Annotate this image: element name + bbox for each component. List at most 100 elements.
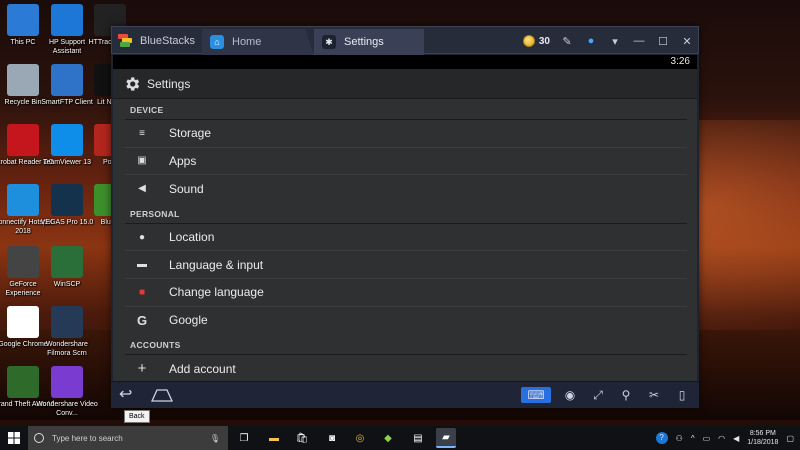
taskbar-date: 1/18/2018 [747,439,779,446]
desktop-icon-label: Wondershare Filmora Scrn [46,341,88,357]
settings-item-language-input[interactable]: ▬ Language & input [125,251,687,279]
scissors-icon[interactable]: ✂ [645,387,663,403]
window-controls: 30 ✎ ● ▾ — ☐ ✕ [522,31,694,51]
settings-item-label: Storage [169,126,212,141]
wifi-icon[interactable]: ◠ [718,434,725,443]
home-button[interactable] [151,388,173,402]
app-name: BlueStacks [140,35,196,47]
settings-action-bar: Settings [113,69,697,99]
back-button[interactable]: ↩ [119,386,141,404]
people-icon[interactable]: ⚇ [676,434,683,443]
bluestacks-taskbar-icon[interactable]: ▰ [436,428,456,448]
home-icon: ⌂ [210,35,224,49]
settings-list: DEVICE ≡ Storage ▣ Apps ◀ Sound PERSONAL ● Locati… [113,99,697,381]
location-icon: ● [138,231,146,243]
camera-icon[interactable]: ◙ [322,428,342,448]
settings-item-label: Apps [169,153,197,168]
coin-count: 30 [538,35,550,47]
storage-icon: ≡ [139,127,145,139]
app-brand: BlueStacks [118,31,195,51]
desktop-icon[interactable]: Wondershare Video Conv... [36,366,98,418]
section-header: PERSONAL [130,208,180,219]
google-icon: G [136,312,148,328]
settings-item-label: Google [169,313,208,328]
maximize-button[interactable]: ☐ [656,35,670,48]
settings-item-storage[interactable]: ≡ Storage [125,120,687,148]
fullscreen-icon[interactable]: ⤢ [589,387,607,403]
bluestacks-agent-icon[interactable]: ◆ [378,428,398,448]
filmora-scrn-icon [51,306,83,338]
network-app-icon[interactable]: ▤ [408,428,428,448]
search-placeholder: Type here to search [52,433,123,443]
taskbar-clock[interactable]: 8:56 PM 1/18/2018 [747,429,778,447]
volume-icon[interactable]: ◀ [733,434,739,443]
chrome-icon [7,306,39,338]
android-screen: 3:26 Settings DEVICE ≡ Storage ▣ Apps ◀ Sound P… [113,55,697,381]
settings-item-location[interactable]: ● Location [125,224,687,252]
taskbar-search-box[interactable]: Type here to search 🎙︎ [28,426,228,450]
geforce-icon [7,246,39,278]
gear-icon: ✱ [322,35,336,49]
acrobat-icon [7,124,39,156]
menu-dropdown-icon[interactable]: ▾ [608,35,622,48]
plus-icon: + [137,360,147,378]
gta-icon [7,366,39,398]
task-view-icon[interactable]: ❐ [234,428,254,448]
taskbar-time: 8:56 PM [749,430,776,437]
settings-item-change-language[interactable]: ■ Change language [125,279,687,307]
close-button[interactable]: ✕ [680,35,694,48]
battery-icon[interactable]: ▭ [703,434,711,443]
account-icon[interactable]: ● [584,35,598,47]
bluestacks-window: BlueStacks ⌂ Home ✱ Settings 30 ✎ ● ▾ — … [111,26,699,408]
android-clock: 3:26 [670,56,690,67]
change-language-icon: ■ [138,286,146,298]
settings-item-label: Change language [169,285,264,300]
windows-logo-icon [8,432,20,444]
keyboard-icon: ▬ [137,259,147,271]
coin-icon[interactable] [522,35,535,47]
back-tooltip: Back [124,410,150,423]
file-explorer-icon[interactable]: ▬ [264,428,284,448]
settings-item-add-account[interactable]: + Add account [125,355,687,381]
system-tray: ? ⚇ ^ ▭ ◠ ◀ 8:56 PM 1/18/2018 ▢ [655,426,794,450]
settings-item-apps[interactable]: ▣ Apps [125,148,687,176]
desktop-icon-label: WinSCP [53,281,81,288]
phone-icon[interactable]: ▯ [673,387,691,403]
notifications-icon[interactable]: ▢ [786,434,794,443]
section-header: DEVICE [130,105,164,115]
window-titlebar[interactable]: BlueStacks ⌂ Home ✱ Settings 30 ✎ ● ▾ — … [111,26,699,55]
tab-home-label: Home [232,36,262,48]
desktop-icon-label: Wondershare Video Conv... [36,401,98,417]
keyboard-toggle-icon[interactable]: ⌨ [521,387,551,403]
microphone-icon[interactable]: 🎙︎ [210,434,220,443]
settings-gear-icon[interactable] [123,75,141,93]
pin-icon[interactable]: ✎ [560,35,574,48]
settings-item-label: Sound [169,181,204,196]
tab-settings[interactable]: ✱ Settings [314,29,424,55]
tab-home[interactable]: ⌂ Home [202,29,314,55]
recycle-bin-icon [7,64,39,96]
minimize-button[interactable]: — [632,35,646,47]
tab-settings-label: Settings [344,36,384,48]
bluestacks-bottom-bar: ↩ ⌨ ◉ ⤢ ⚲ ✂ ▯ [111,381,699,408]
settings-item-label: Language & input [169,257,264,272]
eye-icon[interactable]: ◉ [561,387,579,403]
chrome-taskbar-icon[interactable]: ◎ [350,428,370,448]
tray-expand-icon[interactable]: ^ [691,434,695,443]
search-icon [34,433,44,443]
windows-taskbar: Type here to search 🎙︎ ❐ ▬ 🛍︎ ◙ ◎ ◆ ▤ ▰ … [0,426,800,450]
start-button[interactable] [0,426,28,450]
help-icon[interactable]: ? [655,432,668,444]
desktop-icon[interactable]: Wondershare Filmora Scrn [36,306,98,358]
settings-item-sound[interactable]: ◀ Sound [125,175,687,203]
winscp-icon [51,246,83,278]
store-icon[interactable]: 🛍︎ [292,428,312,448]
section-header: ACCOUNTS [130,340,181,351]
connectify-icon [7,184,39,216]
settings-item-label: Add account [169,361,236,376]
page-title: Settings [147,76,191,91]
this-pc-icon [7,4,39,36]
settings-item-google[interactable]: G Google [125,307,687,335]
desktop-icon[interactable]: WinSCP [36,246,98,289]
location-pin-icon[interactable]: ⚲ [617,387,635,403]
